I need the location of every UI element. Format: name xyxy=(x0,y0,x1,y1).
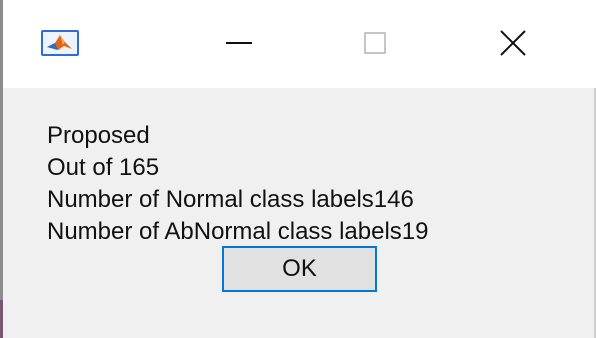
message-text: Proposed Out of 165 Number of Normal cla… xyxy=(47,120,429,248)
dialog-content: Proposed Out of 165 Number of Normal cla… xyxy=(3,88,594,338)
minimize-button[interactable] xyxy=(207,18,271,68)
minimize-icon xyxy=(226,42,252,44)
close-icon xyxy=(500,30,526,56)
close-button[interactable] xyxy=(481,18,545,68)
maximize-button[interactable] xyxy=(343,18,407,68)
message-dialog-window: Proposed Out of 165 Number of Normal cla… xyxy=(0,0,596,338)
matlab-icon xyxy=(41,30,79,56)
message-line: Number of AbNormal class labels19 xyxy=(47,218,429,245)
ok-button[interactable]: OK xyxy=(222,246,377,292)
message-line: Proposed xyxy=(47,122,150,149)
title-bar[interactable] xyxy=(3,0,596,88)
maximize-icon xyxy=(364,32,386,54)
message-line: Number of Normal class labels146 xyxy=(47,186,414,213)
message-line: Out of 165 xyxy=(47,154,160,181)
